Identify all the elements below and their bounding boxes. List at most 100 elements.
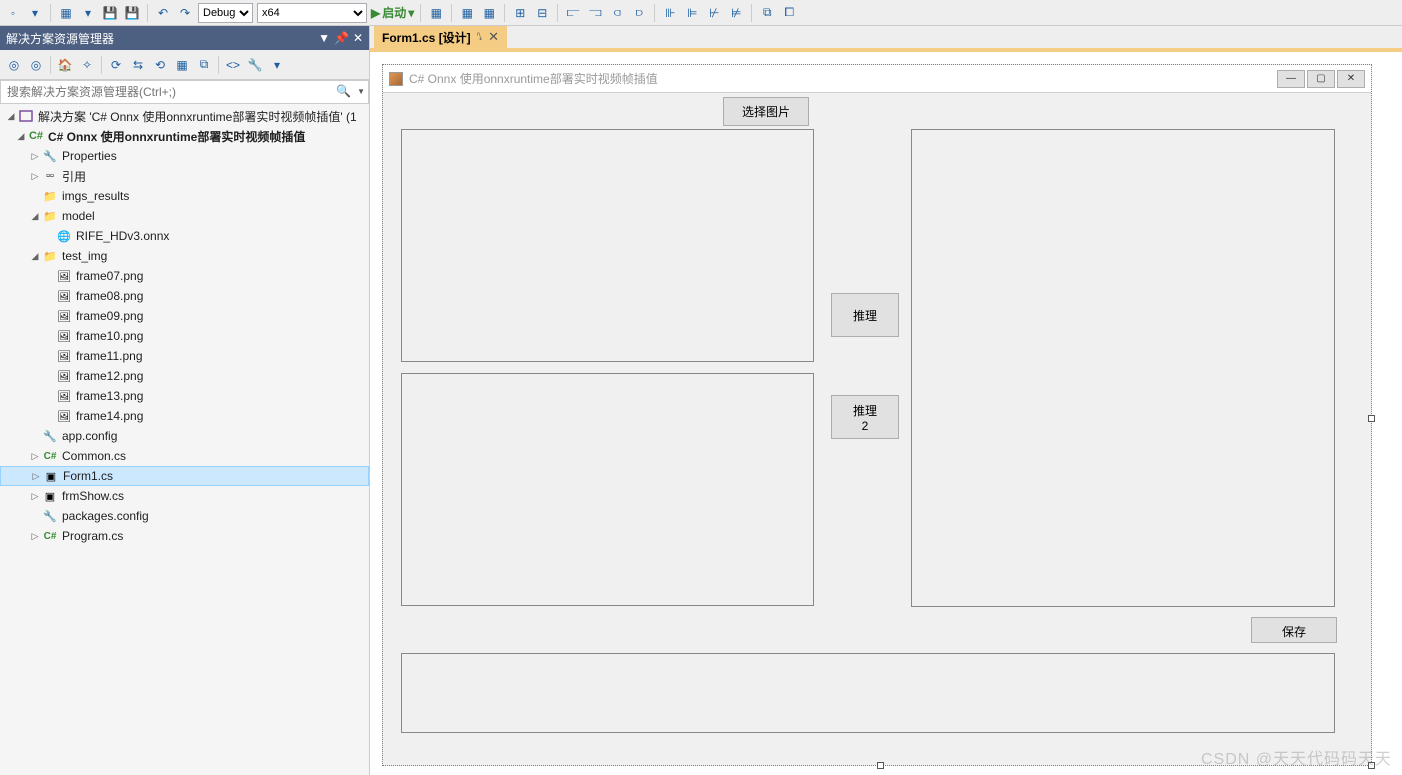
expander-icon[interactable]: ▷ xyxy=(29,471,43,482)
tree-file-image[interactable]: 🖼frame09.png xyxy=(0,306,369,326)
new-icon[interactable]: ▦ xyxy=(57,4,75,22)
align2-icon[interactable]: ▦ xyxy=(480,4,498,22)
image-icon: 🖼 xyxy=(56,268,72,284)
tree-folder-test-img[interactable]: ◢ 📁 test_img xyxy=(0,246,369,266)
tree-properties-node[interactable]: ▷ 🔧 Properties xyxy=(0,146,369,166)
grid2-icon[interactable]: ⊟ xyxy=(533,4,551,22)
layout2-icon[interactable]: ⫎ xyxy=(586,4,604,22)
pin-icon[interactable]: ⭛ xyxy=(477,32,482,43)
solution-tree: ◢ 解决方案 'C# Onnx 使用onnxruntime部署实时视频帧插值' … xyxy=(0,104,369,775)
layout1-icon[interactable]: ⫍ xyxy=(564,4,582,22)
spacing4-icon[interactable]: ⊭ xyxy=(727,4,745,22)
code-icon[interactable]: <> xyxy=(223,55,243,75)
picturebox-2[interactable] xyxy=(401,373,814,606)
panel-dropdown-icon[interactable]: ▼ xyxy=(318,31,330,45)
form-window[interactable]: C# Onnx 使用onnxruntime部署实时视频帧插值 — ▢ ✕ 选择图… xyxy=(382,64,1372,766)
tree-solution-node[interactable]: ◢ 解决方案 'C# Onnx 使用onnxruntime部署实时视频帧插值' … xyxy=(0,106,369,126)
expander-icon[interactable]: ◢ xyxy=(4,111,18,122)
search-input[interactable] xyxy=(0,80,369,104)
spacing1-icon[interactable]: ⊪ xyxy=(661,4,679,22)
minimize-button[interactable]: — xyxy=(1277,70,1305,88)
tree-file-image[interactable]: 🖼frame13.png xyxy=(0,386,369,406)
undo-icon[interactable]: ↶ xyxy=(154,4,172,22)
scope-icon[interactable]: ✧ xyxy=(77,55,97,75)
expander-icon[interactable]: ◢ xyxy=(14,131,28,142)
copy-icon[interactable]: ⧉ xyxy=(194,55,214,75)
grid-icon[interactable]: ⊞ xyxy=(511,4,529,22)
expander-icon[interactable]: ◢ xyxy=(28,211,42,222)
tree-file-frmshow-cs[interactable]: ▷ ▣ frmShow.cs xyxy=(0,486,369,506)
redo-icon[interactable]: ↷ xyxy=(176,4,194,22)
expander-icon[interactable]: ◢ xyxy=(28,251,42,262)
layout4-icon[interactable]: ⫐ xyxy=(630,4,648,22)
tree-file-image[interactable]: 🖼frame08.png xyxy=(0,286,369,306)
infer2-button[interactable]: 推理2 xyxy=(831,395,899,439)
save-all-icon[interactable]: 💾 xyxy=(123,4,141,22)
picturebox-3[interactable] xyxy=(911,129,1335,607)
open-icon[interactable]: ▾ xyxy=(79,4,97,22)
toolbox-icon[interactable]: ▦ xyxy=(427,4,445,22)
picturebox-1[interactable] xyxy=(401,129,814,362)
tree-file-packages-config[interactable]: 🔧 packages.config xyxy=(0,506,369,526)
home-icon[interactable]: 🏠 xyxy=(55,55,75,75)
config-dropdown[interactable]: Debug xyxy=(198,3,253,23)
tree-folder-model[interactable]: ◢ 📁 model xyxy=(0,206,369,226)
maximize-button[interactable]: ▢ xyxy=(1307,70,1335,88)
properties-icon[interactable]: 🔧 xyxy=(245,55,265,75)
expander-icon[interactable]: ▷ xyxy=(28,151,42,162)
save-icon[interactable]: 💾 xyxy=(101,4,119,22)
tree-references-node[interactable]: ▷ ▫▫ 引用 xyxy=(0,166,369,186)
tree-file-image[interactable]: 🖼frame11.png xyxy=(0,346,369,366)
resize-handle-right[interactable] xyxy=(1368,415,1375,422)
showall-icon[interactable]: ▦ xyxy=(172,55,192,75)
infer-button[interactable]: 推理 xyxy=(831,293,899,337)
tree-project-node[interactable]: ◢ C# C# Onnx 使用onnxruntime部署实时视频帧插值 xyxy=(0,126,369,146)
expander-icon[interactable]: ▷ xyxy=(28,171,42,182)
design-surface[interactable]: C# Onnx 使用onnxruntime部署实时视频帧插值 — ▢ ✕ 选择图… xyxy=(370,52,1402,775)
start-button[interactable]: ▶ 启动 ▾ xyxy=(371,4,414,21)
close-icon[interactable]: ✕ xyxy=(488,29,499,45)
save-button[interactable]: 保存 xyxy=(1251,617,1337,643)
order1-icon[interactable]: ⧉ xyxy=(758,4,776,22)
platform-dropdown[interactable]: x64 xyxy=(257,3,367,23)
form-icon: ▣ xyxy=(42,488,58,504)
tree-file-common-cs[interactable]: ▷ C# Common.cs xyxy=(0,446,369,466)
expander-icon[interactable]: ▷ xyxy=(28,491,42,502)
image-icon: 🖼 xyxy=(56,368,72,384)
align-icon[interactable]: ▦ xyxy=(458,4,476,22)
search-dropdown-icon[interactable]: ▼ xyxy=(357,87,365,96)
nav-back-icon[interactable]: ◦ xyxy=(4,4,22,22)
refresh-icon[interactable]: ⟳ xyxy=(106,55,126,75)
tree-file-program-cs[interactable]: ▷ C# Program.cs xyxy=(0,526,369,546)
panel-pin-icon[interactable]: 📌 xyxy=(334,31,349,45)
fwd-icon[interactable]: ◎ xyxy=(26,55,46,75)
tree-file-image[interactable]: 🖼frame12.png xyxy=(0,366,369,386)
tree-file-image[interactable]: 🖼frame07.png xyxy=(0,266,369,286)
expander-icon[interactable]: ▷ xyxy=(28,451,42,462)
select-image-button[interactable]: 选择图片 xyxy=(723,97,809,126)
form-body: 选择图片 推理 推理2 保存 xyxy=(383,93,1371,765)
more-icon[interactable]: ▾ xyxy=(267,55,287,75)
panel-close-icon[interactable]: ✕ xyxy=(353,31,363,45)
back-icon[interactable]: ◎ xyxy=(4,55,24,75)
nav-fwd-icon[interactable]: ▾ xyxy=(26,4,44,22)
image-icon: 🖼 xyxy=(56,408,72,424)
close-button[interactable]: ✕ xyxy=(1337,70,1365,88)
order2-icon[interactable]: ⧠ xyxy=(780,4,798,22)
resize-handle-bottom[interactable] xyxy=(877,762,884,769)
sync-icon[interactable]: ⇆ xyxy=(128,55,148,75)
tree-file-image[interactable]: 🖼frame10.png xyxy=(0,326,369,346)
spacing2-icon[interactable]: ⊫ xyxy=(683,4,701,22)
log-textbox[interactable] xyxy=(401,653,1335,733)
tree-file-image[interactable]: 🖼frame14.png xyxy=(0,406,369,426)
tree-file-form1-cs[interactable]: ▷ ▣ Form1.cs xyxy=(0,466,369,486)
spacing3-icon[interactable]: ⊬ xyxy=(705,4,723,22)
expander-icon[interactable]: ▷ xyxy=(28,531,42,542)
tree-folder-imgs-results[interactable]: 📁 imgs_results xyxy=(0,186,369,206)
tree-file-appconfig[interactable]: 🔧 app.config xyxy=(0,426,369,446)
tab-form1-design[interactable]: Form1.cs [设计] ⭛ ✕ xyxy=(374,26,507,48)
tree-file-onnx[interactable]: 🌐 RIFE_HDv3.onnx xyxy=(0,226,369,246)
layout3-icon[interactable]: ⫏ xyxy=(608,4,626,22)
search-icon[interactable]: 🔍 xyxy=(336,84,351,98)
collapse-icon[interactable]: ⟲ xyxy=(150,55,170,75)
